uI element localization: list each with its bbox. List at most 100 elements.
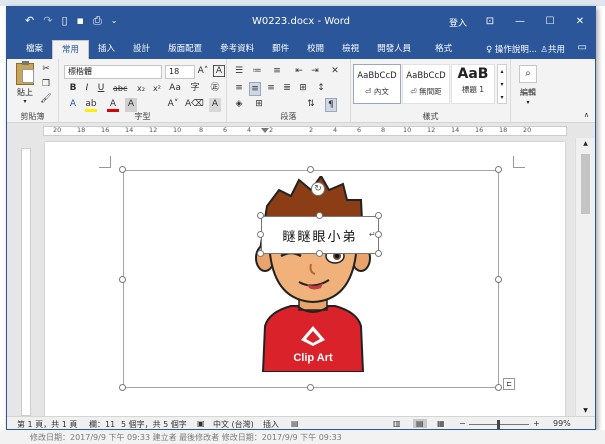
status-mode[interactable]: 插入	[263, 419, 279, 429]
text-box-handle[interactable]	[257, 250, 264, 257]
underline-icon[interactable]: U	[95, 82, 107, 96]
resize-handle[interactable]	[119, 384, 126, 391]
resize-handle[interactable]	[495, 166, 502, 173]
align-center-icon[interactable]: ≡	[249, 82, 261, 96]
style-normal[interactable]: AaBbCcD ⏎ 內文	[353, 64, 401, 104]
show-marks-icon[interactable]: ¶	[325, 98, 337, 112]
status-zoom[interactable]: 99%	[553, 419, 571, 428]
status-page[interactable]: 第 1 頁，共 1 頁	[17, 419, 77, 429]
text-box-content[interactable]: 瞇瞇眼小弟	[267, 226, 373, 245]
asian-layout-icon[interactable]: ✕	[329, 65, 341, 79]
clear-format-icon[interactable]: A⌫	[185, 98, 204, 112]
clipart-boy[interactable]	[251, 176, 375, 372]
share-button[interactable]: ♙共用	[540, 43, 565, 55]
shading-icon[interactable]: ◈	[233, 98, 245, 112]
format-painter-icon[interactable]: 🖌	[40, 93, 52, 107]
text-box-handle[interactable]	[375, 212, 382, 219]
char-border-icon[interactable]: A	[213, 65, 225, 77]
document-page[interactable]: ⊏ Clip Art 瞇瞇眼小弟 ↵ ↻	[45, 142, 565, 416]
status-language[interactable]: 中文 (台灣)	[213, 419, 254, 429]
scrollbar-thumb[interactable]	[581, 154, 590, 214]
style-heading-1[interactable]: AaB 標題 1	[451, 64, 495, 104]
chevron-up-icon[interactable]: ▲	[576, 140, 595, 147]
proofing-icon[interactable]: ▣	[197, 419, 205, 428]
indent-marker[interactable]	[261, 128, 269, 133]
shrink-font-icon[interactable]: A˅	[167, 98, 179, 112]
subscript-icon[interactable]: x₂	[135, 82, 147, 96]
resize-handle[interactable]	[119, 276, 126, 283]
superscript-icon[interactable]: x²	[151, 82, 163, 96]
tell-me-search[interactable]: ♀ 操作說明...	[486, 43, 537, 55]
borders-icon[interactable]: ⊞	[253, 98, 265, 112]
tab-file[interactable]: 檔案	[17, 40, 52, 59]
tab-review[interactable]: 校閱	[298, 40, 333, 59]
text-box-handle[interactable]	[316, 212, 323, 219]
grow-font-icon[interactable]: A˄	[197, 65, 209, 79]
ribbon-options-icon[interactable]: ⊡	[475, 7, 505, 37]
strikethrough-icon[interactable]: abc	[113, 82, 127, 96]
resize-handle[interactable]	[307, 384, 314, 391]
tab-design[interactable]: 設計	[124, 40, 159, 59]
multilevel-list-icon[interactable]: ≡	[271, 65, 283, 79]
phonetic-icon[interactable]: 字	[189, 82, 201, 96]
tab-home[interactable]: 常用	[52, 40, 90, 59]
text-box-handle[interactable]	[257, 231, 264, 238]
text-effects-icon[interactable]: A	[67, 98, 79, 112]
align-right-icon[interactable]: ≡	[265, 82, 277, 96]
login-link[interactable]: 登入	[449, 16, 467, 29]
highlight-icon[interactable]: ab	[85, 98, 97, 112]
text-box-handle[interactable]	[375, 250, 382, 257]
style-no-spacing[interactable]: AaBbCcD ⏎ 無間距	[402, 64, 450, 104]
layout-options-icon[interactable]: ⊏	[503, 378, 515, 390]
cut-icon[interactable]: ✂	[40, 63, 52, 77]
close-icon[interactable]: ✕	[565, 7, 595, 37]
font-size-select[interactable]: 18	[165, 65, 195, 79]
paste-button[interactable]: 貼上 ▾	[13, 61, 37, 105]
copy-icon[interactable]: ❐	[40, 78, 52, 92]
vertical-scrollbar[interactable]: ▲ ▼	[575, 138, 595, 416]
tab-insert[interactable]: 插入	[89, 40, 124, 59]
change-case-icon[interactable]: Aa	[169, 82, 181, 96]
justify-icon[interactable]: ≣	[281, 82, 293, 96]
zoom-out-icon[interactable]: −	[459, 419, 466, 428]
vertical-ruler[interactable]	[21, 148, 31, 416]
text-box-handle[interactable]	[257, 212, 264, 219]
print-layout-icon[interactable]: ▤	[413, 419, 427, 428]
align-left-icon[interactable]: ≡	[233, 82, 245, 96]
comment-icon[interactable]: ▭	[578, 42, 587, 53]
tab-view[interactable]: 檢視	[333, 40, 368, 59]
text-box-handle[interactable]	[375, 231, 382, 238]
web-layout-icon[interactable]: ▦	[437, 419, 445, 428]
increase-indent-icon[interactable]: ⇥	[309, 65, 321, 79]
decrease-indent-icon[interactable]: ⇤	[293, 65, 305, 79]
zoom-in-icon[interactable]: +	[533, 419, 540, 428]
sort-icon[interactable]: ⇅	[305, 98, 317, 112]
tab-developer[interactable]: 開發人員	[368, 40, 420, 59]
enclose-char-icon[interactable]: ㊣	[209, 82, 221, 96]
line-spacing-icon[interactable]: ↕	[315, 82, 327, 96]
status-section[interactable]: 欄：11	[89, 419, 115, 429]
tab-mailings[interactable]: 郵件	[263, 40, 298, 59]
distributed-icon[interactable]: ⊞	[297, 82, 309, 96]
italic-icon[interactable]: I	[81, 82, 93, 96]
tab-layout[interactable]: 版面配置	[159, 40, 211, 59]
collapse-ribbon-icon[interactable]: ∧	[584, 111, 589, 119]
resize-handle[interactable]	[495, 384, 502, 391]
minimize-icon[interactable]: —	[505, 7, 535, 37]
font-family-select[interactable]: 標楷體	[64, 65, 162, 79]
macro-icon[interactable]: ▤	[291, 419, 299, 428]
maximize-icon[interactable]: ☐	[535, 7, 565, 37]
horizontal-ruler[interactable]: 20 18 16 14 12 10 8 6 4 2 2 4 6 8 10 12 …	[7, 124, 595, 138]
bold-icon[interactable]: B	[67, 82, 79, 96]
bullets-icon[interactable]: ☰	[233, 65, 245, 79]
editing-button[interactable]: 編輯	[511, 87, 545, 98]
resize-handle[interactable]	[119, 166, 126, 173]
read-mode-icon[interactable]: ▥	[393, 419, 401, 428]
char-scale-icon[interactable]: A	[209, 98, 221, 112]
char-shading-icon[interactable]: A	[125, 98, 137, 112]
tab-format[interactable]: 格式	[426, 40, 461, 59]
rotate-handle-icon[interactable]: ↻	[311, 182, 325, 196]
numbering-icon[interactable]: ≔	[251, 65, 263, 79]
zoom-slider-thumb[interactable]	[497, 420, 500, 429]
tab-references[interactable]: 參考資料	[211, 40, 263, 59]
